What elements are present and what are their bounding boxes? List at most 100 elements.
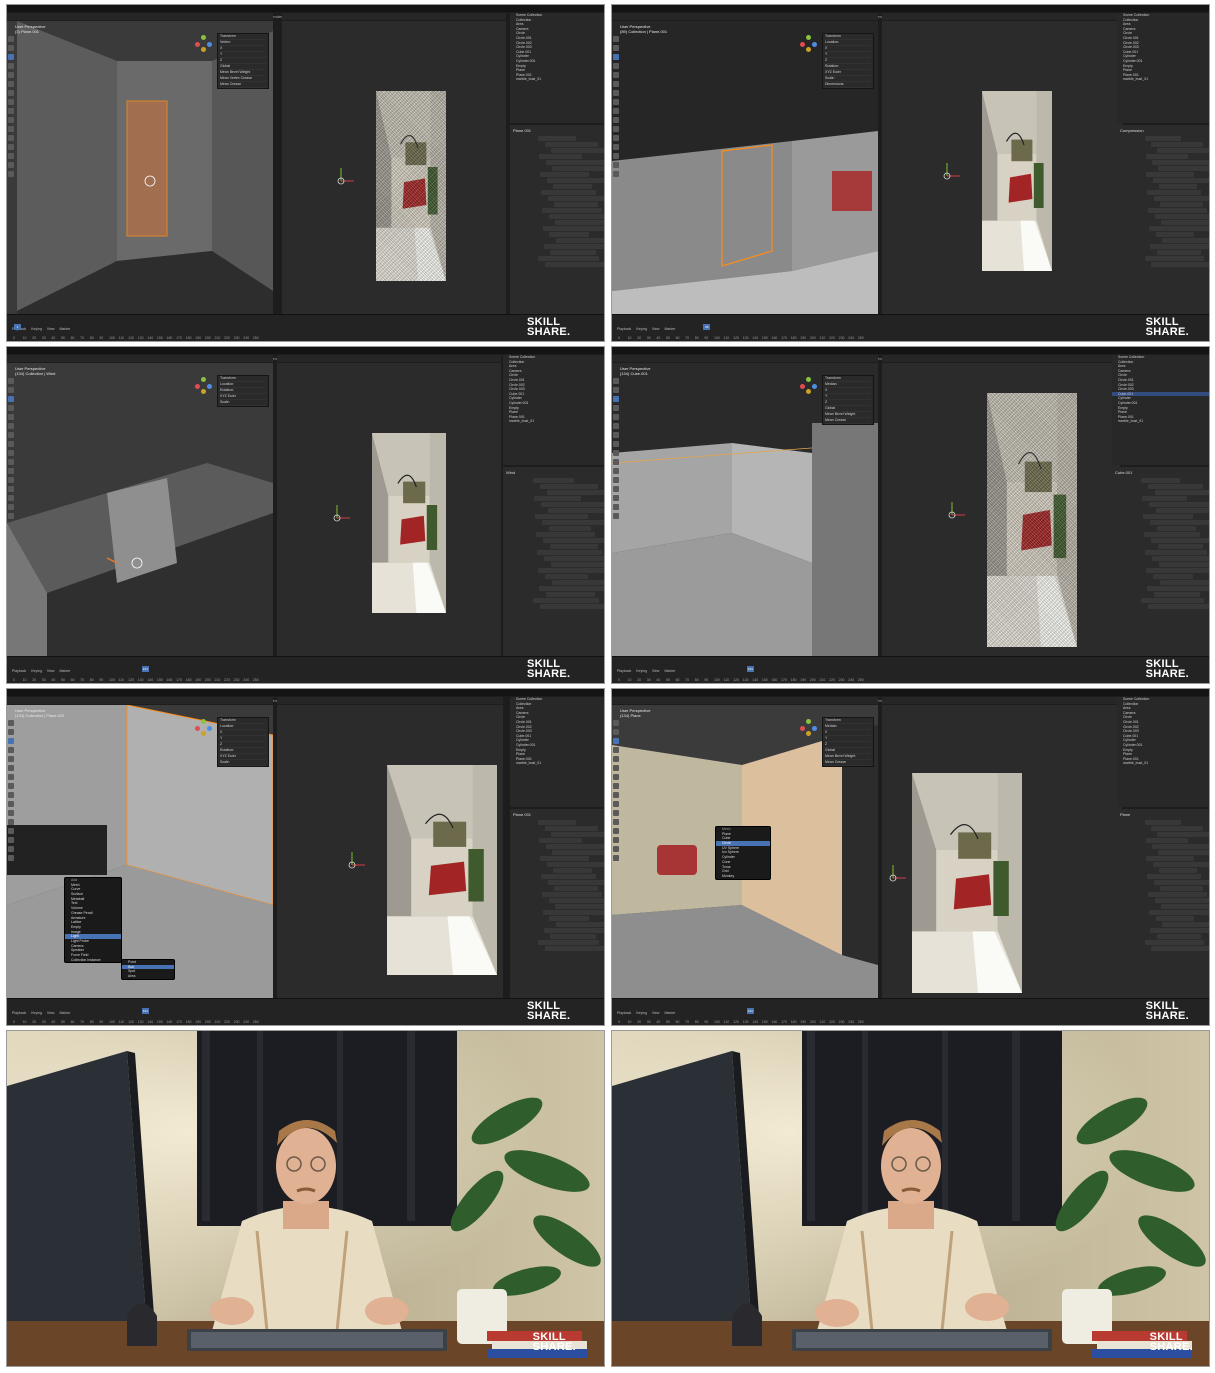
- property-field[interactable]: [1143, 514, 1194, 519]
- properties-editor[interactable]: Plane: [1117, 809, 1209, 999]
- property-field[interactable]: [552, 166, 604, 171]
- property-field[interactable]: [556, 922, 604, 927]
- property-field[interactable]: [555, 220, 604, 225]
- property-field[interactable]: [1156, 526, 1197, 531]
- property-field[interactable]: [1161, 220, 1209, 225]
- property-field[interactable]: [1157, 832, 1209, 837]
- tool-icon[interactable]: [8, 720, 14, 726]
- property-field[interactable]: [540, 604, 604, 609]
- property-field[interactable]: [1151, 262, 1209, 267]
- property-field[interactable]: [1146, 586, 1209, 591]
- property-field[interactable]: [549, 916, 589, 921]
- property-field[interactable]: [1151, 142, 1204, 147]
- property-field[interactable]: [539, 586, 604, 591]
- property-field[interactable]: [551, 832, 604, 837]
- property-field[interactable]: [1152, 178, 1209, 183]
- playhead[interactable]: 134: [746, 1008, 754, 1014]
- property-field[interactable]: [1144, 136, 1182, 141]
- property-field[interactable]: [541, 208, 603, 213]
- property-field[interactable]: [1146, 172, 1195, 177]
- outliner-row[interactable]: marble_bust_01: [1117, 77, 1209, 82]
- outliner-row[interactable]: marble_bust_01: [510, 77, 604, 82]
- property-field[interactable]: [538, 940, 600, 945]
- property-field[interactable]: [550, 544, 598, 549]
- tool-icon[interactable]: [613, 405, 619, 411]
- property-field[interactable]: [1155, 232, 1195, 237]
- tool-icon[interactable]: [8, 747, 14, 753]
- property-field[interactable]: [1150, 928, 1209, 933]
- tool-icon[interactable]: [613, 171, 619, 177]
- tool-icon[interactable]: [613, 117, 619, 123]
- tool-icon[interactable]: [8, 126, 14, 132]
- property-field[interactable]: [1151, 946, 1209, 951]
- 3d-viewport[interactable]: User Perspective (134) Collection | Wind …: [7, 363, 273, 657]
- property-field[interactable]: [1152, 862, 1209, 867]
- property-field[interactable]: [1156, 934, 1201, 939]
- properties-editor[interactable]: Plane.001: [510, 809, 604, 999]
- property-field[interactable]: [1162, 922, 1209, 927]
- timeline[interactable]: PlaybackKeyingViewMarker0102030405060708…: [7, 998, 604, 1025]
- outliner[interactable]: Scene Collection Collection Area Camera Circ…: [1117, 13, 1209, 123]
- property-field[interactable]: [540, 172, 589, 177]
- tool-icon[interactable]: [8, 90, 14, 96]
- property-field[interactable]: [546, 592, 595, 597]
- property-field[interactable]: [547, 490, 604, 495]
- property-field[interactable]: [540, 856, 589, 861]
- tool-icon[interactable]: [613, 792, 619, 798]
- playhead[interactable]: 134: [141, 1008, 149, 1014]
- outliner[interactable]: Scene Collection Collection Area Camera Circ…: [503, 355, 604, 465]
- outliner-row[interactable]: marble_bust_01: [1112, 419, 1209, 424]
- tool-icon[interactable]: [613, 756, 619, 762]
- tool-icon[interactable]: [8, 54, 14, 60]
- property-field[interactable]: [1162, 238, 1209, 243]
- outliner-row[interactable]: marble_bust_01: [503, 419, 604, 424]
- tool-icon[interactable]: [8, 495, 14, 501]
- property-field[interactable]: [541, 190, 596, 195]
- property-field[interactable]: [545, 844, 604, 849]
- tool-icon[interactable]: [8, 819, 14, 825]
- playhead[interactable]: 134: [746, 666, 754, 672]
- tool-icon[interactable]: [613, 729, 619, 735]
- property-field[interactable]: [1154, 490, 1209, 495]
- tool-icon[interactable]: [8, 108, 14, 114]
- property-field[interactable]: [544, 826, 599, 831]
- property-field[interactable]: [538, 136, 576, 141]
- tool-icon[interactable]: [8, 504, 14, 510]
- tool-icon[interactable]: [613, 126, 619, 132]
- timeline[interactable]: PlaybackKeyingViewMarker0102030405060708…: [7, 314, 604, 341]
- property-field[interactable]: [546, 178, 604, 183]
- tool-icon[interactable]: [8, 792, 14, 798]
- property-field[interactable]: [1149, 910, 1209, 915]
- tool-icon[interactable]: [613, 99, 619, 105]
- playhead[interactable]: 1: [13, 324, 21, 330]
- property-field[interactable]: [539, 154, 583, 159]
- tool-icon[interactable]: [613, 774, 619, 780]
- property-field[interactable]: [1158, 562, 1209, 567]
- tool-icon[interactable]: [8, 117, 14, 123]
- property-field[interactable]: [1156, 250, 1201, 255]
- tool-icon[interactable]: [613, 162, 619, 168]
- tool-icon[interactable]: [613, 495, 619, 501]
- tool-icon[interactable]: [8, 63, 14, 69]
- property-field[interactable]: [1147, 874, 1201, 879]
- rendered-viewport[interactable]: [277, 363, 501, 657]
- property-field[interactable]: [548, 508, 604, 513]
- property-field[interactable]: [541, 874, 596, 879]
- timeline[interactable]: PlaybackKeyingViewMarker0102030405060708…: [7, 656, 604, 683]
- property-field[interactable]: [1148, 892, 1208, 897]
- property-field[interactable]: [544, 556, 604, 561]
- navigation-gizmo[interactable]: [800, 35, 818, 53]
- tool-icon[interactable]: [613, 441, 619, 447]
- property-field[interactable]: [1157, 544, 1204, 549]
- property-field[interactable]: [1151, 160, 1209, 165]
- tool-icon[interactable]: [613, 108, 619, 114]
- property-field[interactable]: [539, 838, 583, 843]
- property-field[interactable]: [1161, 904, 1209, 909]
- property-field[interactable]: [1148, 502, 1209, 507]
- tool-icon[interactable]: [8, 783, 14, 789]
- tool-icon[interactable]: [8, 729, 14, 735]
- tool-icon[interactable]: [613, 513, 619, 519]
- property-field[interactable]: [538, 568, 604, 573]
- property-field[interactable]: [1144, 256, 1205, 261]
- property-field[interactable]: [533, 478, 574, 483]
